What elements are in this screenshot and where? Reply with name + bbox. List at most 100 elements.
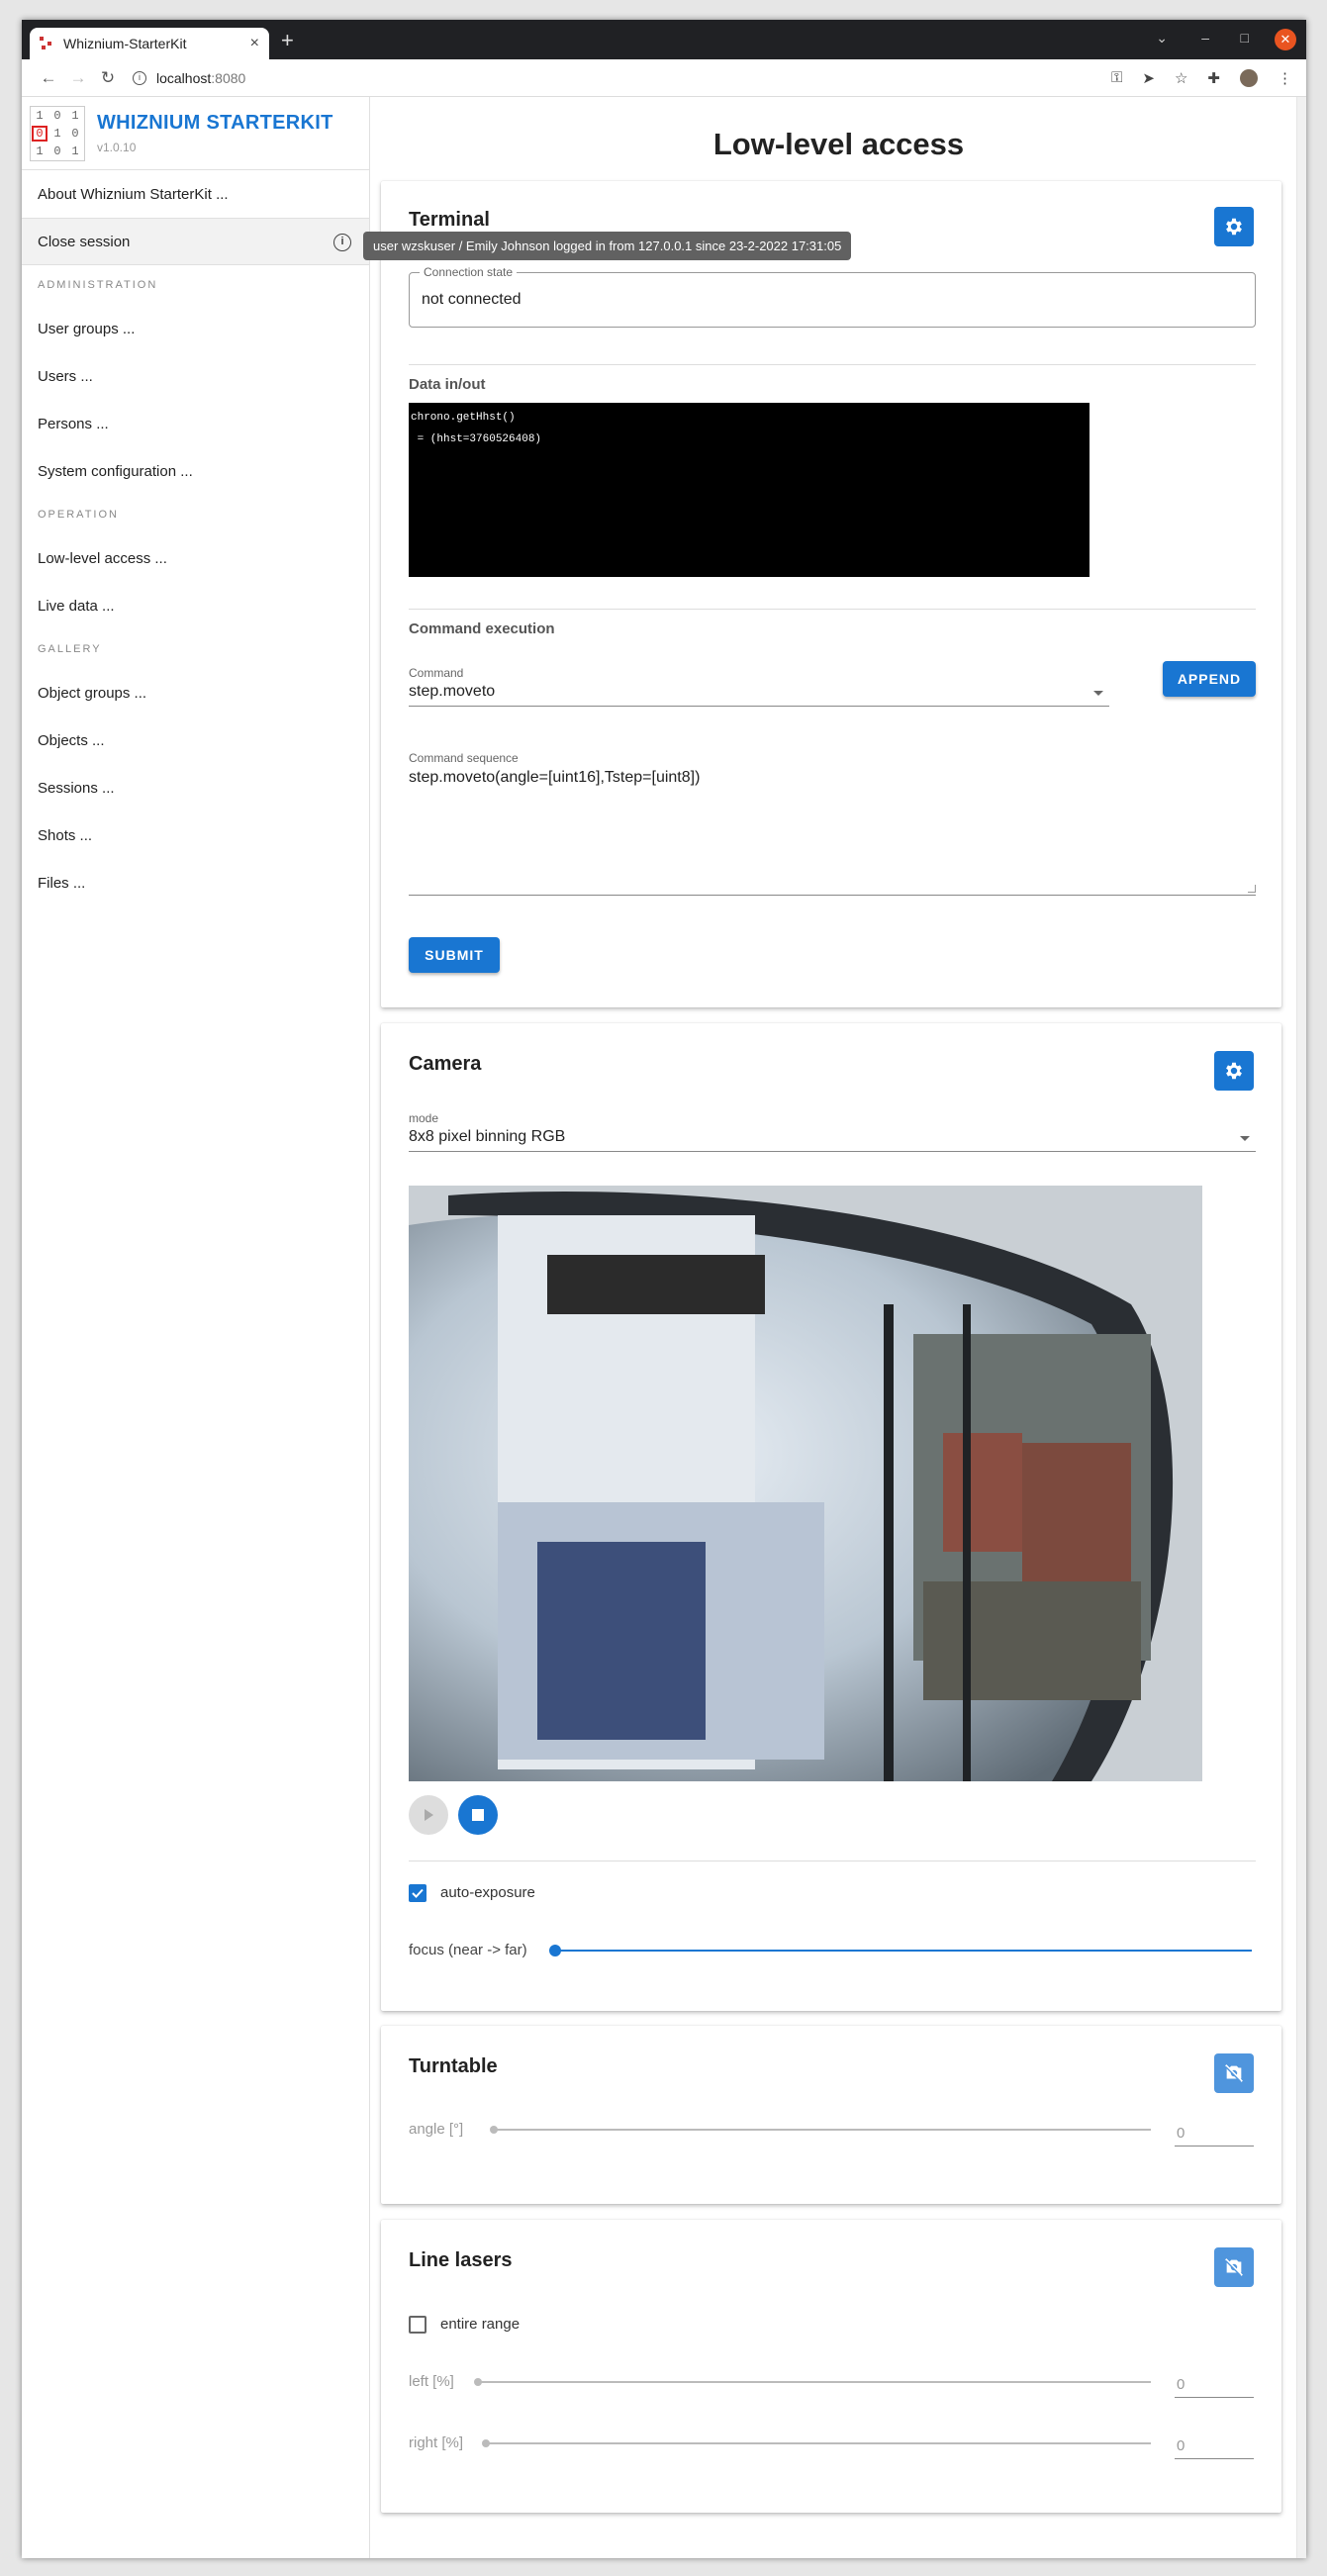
- data-console[interactable]: chrono.getHhst() = (hhst=3760526408): [409, 403, 1090, 577]
- focus-slider-track[interactable]: [555, 1950, 1252, 1952]
- logo-digit: 0: [71, 126, 79, 141]
- nav-item-live-data[interactable]: Live data ...: [22, 582, 369, 629]
- mode-select[interactable]: 8x8 pixel binning RGB: [409, 1128, 1256, 1152]
- reload-icon[interactable]: ↻: [93, 68, 123, 88]
- auto-exposure-checkbox[interactable]: [409, 1884, 427, 1902]
- maximize-icon[interactable]: □: [1241, 30, 1249, 46]
- star-icon[interactable]: ☆: [1175, 69, 1187, 87]
- key-icon[interactable]: ⚿: [1111, 69, 1122, 87]
- right-slider-thumb[interactable]: [482, 2439, 490, 2447]
- left-slider-track[interactable]: [478, 2381, 1151, 2383]
- back-icon[interactable]: ←: [34, 68, 63, 88]
- turntable-camera-off-button[interactable]: [1214, 2053, 1254, 2093]
- right-label: right [%]: [409, 2434, 464, 2451]
- info-icon[interactable]: i: [333, 234, 351, 251]
- stop-button[interactable]: [458, 1795, 498, 1835]
- chevron-down-icon: [1093, 691, 1103, 696]
- command-sequence-textarea[interactable]: step.moveto(angle=[uint16],Tstep=[uint8]…: [409, 767, 1256, 896]
- nav-item-close-session[interactable]: Close session i: [22, 218, 369, 265]
- page-scrollbar[interactable]: [1296, 97, 1306, 2558]
- url-port: :8080: [211, 69, 246, 86]
- nav-item-user-groups[interactable]: User groups ...: [22, 305, 369, 352]
- logo-digit: 0: [31, 125, 48, 143]
- nav-item-users[interactable]: Users ...: [22, 352, 369, 400]
- connection-state-value: not connected: [422, 291, 521, 308]
- tab-close-icon[interactable]: ×: [250, 35, 259, 52]
- nav-item-files[interactable]: Files ...: [22, 859, 369, 906]
- nav-item-sessions[interactable]: Sessions ...: [22, 764, 369, 811]
- turntable-card: Turntable angle [°] 0: [381, 2026, 1281, 2204]
- browser-tab[interactable]: Whiznium-StarterKit ×: [30, 28, 269, 59]
- line-lasers-camera-off-button[interactable]: [1214, 2247, 1254, 2287]
- right-input[interactable]: 0: [1175, 2432, 1254, 2459]
- nav-item-shots[interactable]: Shots ...: [22, 811, 369, 859]
- avatar[interactable]: [1240, 69, 1258, 87]
- command-label: Command: [409, 666, 464, 680]
- nav-item-label: Close session: [38, 233, 131, 250]
- forward-icon[interactable]: →: [63, 68, 93, 88]
- angle-label: angle [°]: [409, 2121, 464, 2138]
- connection-state-label: Connection state: [420, 265, 518, 279]
- divider: [409, 609, 1256, 610]
- data-inout-title: Data in/out: [409, 376, 486, 393]
- mode-label: mode: [409, 1111, 439, 1125]
- nav-item-system-configuration[interactable]: System configuration ...: [22, 447, 369, 495]
- right-slider-track[interactable]: [486, 2442, 1151, 2444]
- terminal-title: Terminal: [409, 209, 490, 231]
- tab-list-icon[interactable]: ⌄: [1156, 30, 1168, 47]
- resize-grip-icon[interactable]: [1248, 885, 1256, 893]
- left-input[interactable]: 0: [1175, 2370, 1254, 2398]
- nav-item-persons[interactable]: Persons ...: [22, 400, 369, 447]
- close-window-icon[interactable]: ✕: [1275, 29, 1296, 50]
- angle-slider-thumb[interactable]: [490, 2126, 498, 2134]
- connection-state-field: Connection state not connected: [409, 265, 1256, 328]
- send-icon[interactable]: ➤: [1142, 69, 1155, 87]
- angle-slider-track[interactable]: [494, 2129, 1151, 2131]
- terminal-card: Terminal Connection state not connected …: [381, 181, 1281, 1007]
- page-title: Low-level access: [712, 127, 965, 161]
- address-bar[interactable]: i localhost:8080: [133, 70, 245, 86]
- append-button[interactable]: APPEND: [1163, 661, 1256, 697]
- entire-range-checkbox[interactable]: [409, 2316, 427, 2334]
- stop-icon: [472, 1809, 484, 1821]
- submit-button[interactable]: SUBMIT: [409, 937, 500, 973]
- terminal-settings-button[interactable]: [1214, 207, 1254, 246]
- session-tooltip: user wzskuser / Emily Johnson logged in …: [363, 232, 852, 260]
- chevron-down-icon: [1240, 1136, 1250, 1141]
- nav-heading-administration: ADMINISTRATION: [38, 279, 158, 291]
- angle-input[interactable]: 0: [1175, 2119, 1254, 2147]
- minimize-icon[interactable]: –: [1201, 30, 1209, 46]
- camera-frame-graphic: [409, 1186, 1202, 1781]
- logo-digit: 1: [71, 108, 79, 123]
- camera-settings-button[interactable]: [1214, 1051, 1254, 1091]
- brand-name: WHIZNIUM STARTERKIT: [97, 112, 333, 134]
- gear-icon: [1226, 218, 1242, 236]
- nav-item-about[interactable]: About Whiznium StarterKit ...: [22, 170, 369, 218]
- nav-item-objects[interactable]: Objects ...: [22, 716, 369, 764]
- browser-toolbar: ← → ↻ i localhost:8080 ⚿ ➤ ☆ ✚ ⋮: [22, 59, 1306, 97]
- new-tab-button[interactable]: +: [281, 30, 294, 51]
- nav-item-low-level-access[interactable]: Low-level access ...: [22, 534, 369, 582]
- left-label: left [%]: [409, 2373, 454, 2390]
- app-root: 1 0 1 0 1 0 1 0 1 WHIZNIUM STARTERKIT v1…: [22, 97, 1306, 2558]
- favicon-icon: [40, 37, 53, 50]
- app-version: v1.0.10: [97, 141, 137, 154]
- divider: [409, 364, 1256, 365]
- gear-icon: [1226, 1062, 1242, 1080]
- left-slider-thumb[interactable]: [474, 2378, 482, 2386]
- focus-slider-thumb[interactable]: [549, 1945, 561, 1956]
- extensions-icon[interactable]: ✚: [1207, 69, 1220, 87]
- nav-item-object-groups[interactable]: Object groups ...: [22, 669, 369, 716]
- brand: 1 0 1 0 1 0 1 0 1 WHIZNIUM STARTERKIT v1…: [22, 97, 369, 170]
- camera-title: Camera: [409, 1053, 482, 1075]
- menu-icon[interactable]: ⋮: [1278, 69, 1292, 87]
- logo-digit: 1: [53, 126, 61, 141]
- info-icon[interactable]: i: [133, 70, 146, 85]
- sidebar: 1 0 1 0 1 0 1 0 1 WHIZNIUM STARTERKIT v1…: [22, 97, 370, 2558]
- turntable-title: Turntable: [409, 2055, 498, 2077]
- command-select[interactable]: step.moveto: [409, 683, 1109, 707]
- line-lasers-title: Line lasers: [409, 2249, 513, 2271]
- play-button[interactable]: [409, 1795, 448, 1835]
- logo-digit: 1: [36, 108, 44, 123]
- logo-digit: 1: [71, 143, 79, 158]
